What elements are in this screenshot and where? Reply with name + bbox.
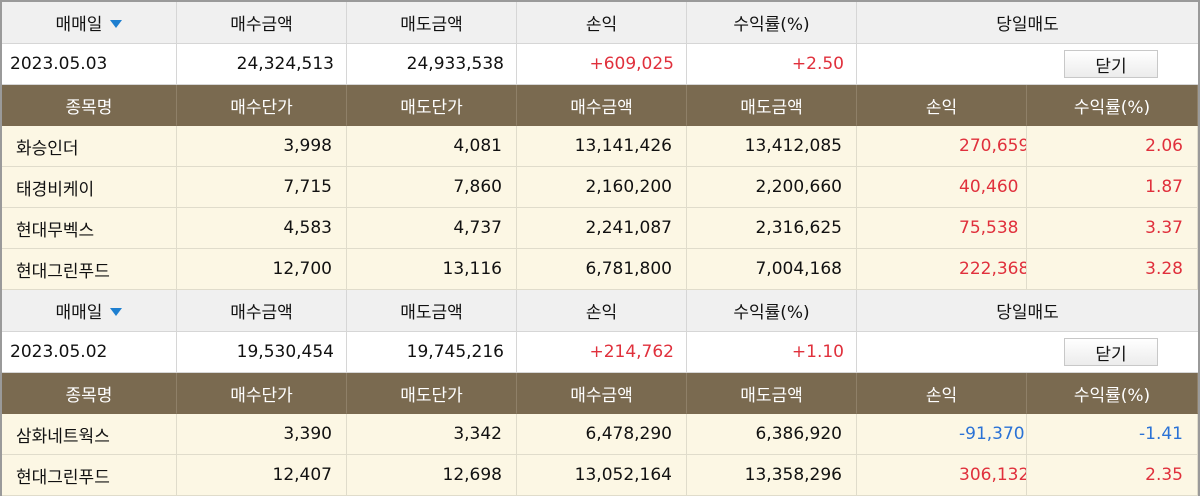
item-sell-price: 3,342	[347, 414, 517, 455]
close-button[interactable]: 닫기	[1064, 50, 1158, 78]
item-return-rate: 3.37	[1027, 208, 1198, 249]
trade-history-table: 매매일 매수금액 매도금액 손익 수익률(%) 당일매도 2023.05.03 …	[0, 0, 1200, 496]
summary-header-row: 매매일 매수금액 매도금액 손익 수익률(%) 당일매도	[2, 290, 1198, 332]
item-name: 현대그린푸드	[2, 249, 177, 290]
item-return-rate: 3.28	[1027, 249, 1198, 290]
table-row[interactable]: 현대무벡스 4,583 4,737 2,241,087 2,316,625 75…	[2, 208, 1198, 249]
item-sell-amount-header: 매도금액	[687, 373, 857, 414]
item-buy-amount-header: 매수금액	[517, 85, 687, 126]
sell-amount-header: 매도금액	[347, 290, 517, 332]
buy-price-header: 매수단가	[177, 85, 347, 126]
close-button[interactable]: 닫기	[1064, 338, 1158, 366]
same-day-sell-header: 당일매도	[857, 2, 1198, 44]
item-buy-price: 7,715	[177, 167, 347, 208]
summary-sell-amount: 19,745,216	[347, 332, 517, 373]
item-profit: -91,370	[857, 414, 1027, 455]
item-sell-amount: 2,200,660	[687, 167, 857, 208]
item-profit: 75,538	[857, 208, 1027, 249]
summary-profit: +609,025	[517, 44, 687, 85]
item-name-header: 종목명	[2, 373, 177, 414]
item-profit: 270,659	[857, 126, 1027, 167]
trade-date-label: 매매일	[55, 15, 103, 35]
item-sell-amount: 13,412,085	[687, 126, 857, 167]
trade-date-sort-header[interactable]: 매매일	[2, 2, 177, 44]
item-buy-amount: 13,141,426	[517, 126, 687, 167]
item-sell-amount: 13,358,296	[687, 455, 857, 496]
item-return-rate: 2.06	[1027, 126, 1198, 167]
profit-header: 손익	[517, 2, 687, 44]
item-name: 삼화네트웍스	[2, 414, 177, 455]
item-profit: 40,460	[857, 167, 1027, 208]
close-cell: 닫기	[857, 44, 1198, 85]
summary-header-row: 매매일 매수금액 매도금액 손익 수익률(%) 당일매도	[2, 2, 1198, 44]
item-name: 현대무벡스	[2, 208, 177, 249]
item-name-header: 종목명	[2, 85, 177, 126]
trade-date-label: 매매일	[55, 303, 103, 323]
table-row[interactable]: 현대그린푸드 12,700 13,116 6,781,800 7,004,168…	[2, 249, 1198, 290]
summary-profit: +214,762	[517, 332, 687, 373]
item-buy-price: 3,390	[177, 414, 347, 455]
sell-price-header: 매도단가	[347, 373, 517, 414]
summary-buy-amount: 24,324,513	[177, 44, 347, 85]
summary-buy-amount: 19,530,454	[177, 332, 347, 373]
item-header-row: 종목명 매수단가 매도단가 매수금액 매도금액 손익 수익률(%)	[2, 373, 1198, 414]
item-return-rate: -1.41	[1027, 414, 1198, 455]
summary-date: 2023.05.03	[2, 44, 177, 85]
summary-row[interactable]: 2023.05.03 24,324,513 24,933,538 +609,02…	[2, 44, 1198, 85]
table-row[interactable]: 태경비케이 7,715 7,860 2,160,200 2,200,660 40…	[2, 167, 1198, 208]
summary-row[interactable]: 2023.05.02 19,530,454 19,745,216 +214,76…	[2, 332, 1198, 373]
close-cell: 닫기	[857, 332, 1198, 373]
item-return-rate-header: 수익률(%)	[1027, 373, 1198, 414]
item-name: 현대그린푸드	[2, 455, 177, 496]
item-sell-price: 4,081	[347, 126, 517, 167]
item-profit-header: 손익	[857, 85, 1027, 126]
item-sell-amount: 2,316,625	[687, 208, 857, 249]
table-row[interactable]: 삼화네트웍스 3,390 3,342 6,478,290 6,386,920 -…	[2, 414, 1198, 455]
item-return-rate: 1.87	[1027, 167, 1198, 208]
buy-amount-header: 매수금액	[177, 2, 347, 44]
item-sell-amount-header: 매도금액	[687, 85, 857, 126]
item-sell-price: 13,116	[347, 249, 517, 290]
item-sell-price: 7,860	[347, 167, 517, 208]
summary-return-rate: +1.10	[687, 332, 857, 373]
item-buy-price: 3,998	[177, 126, 347, 167]
item-buy-amount: 2,241,087	[517, 208, 687, 249]
profit-header: 손익	[517, 290, 687, 332]
sort-down-icon	[110, 307, 123, 316]
buy-amount-header: 매수금액	[177, 290, 347, 332]
item-buy-amount: 13,052,164	[517, 455, 687, 496]
table-row[interactable]: 현대그린푸드 12,407 12,698 13,052,164 13,358,2…	[2, 455, 1198, 496]
item-buy-price: 4,583	[177, 208, 347, 249]
summary-return-rate: +2.50	[687, 44, 857, 85]
buy-price-header: 매수단가	[177, 373, 347, 414]
item-header-row: 종목명 매수단가 매도단가 매수금액 매도금액 손익 수익률(%)	[2, 85, 1198, 126]
item-profit: 306,132	[857, 455, 1027, 496]
item-buy-price: 12,700	[177, 249, 347, 290]
item-buy-amount: 6,478,290	[517, 414, 687, 455]
item-sell-amount: 7,004,168	[687, 249, 857, 290]
item-profit-header: 손익	[857, 373, 1027, 414]
item-sell-amount: 6,386,920	[687, 414, 857, 455]
trade-date-sort-header[interactable]: 매매일	[2, 290, 177, 332]
sell-price-header: 매도단가	[347, 85, 517, 126]
item-buy-price: 12,407	[177, 455, 347, 496]
item-name: 화승인더	[2, 126, 177, 167]
item-profit: 222,368	[857, 249, 1027, 290]
item-return-rate: 2.35	[1027, 455, 1198, 496]
summary-sell-amount: 24,933,538	[347, 44, 517, 85]
item-name: 태경비케이	[2, 167, 177, 208]
item-buy-amount-header: 매수금액	[517, 373, 687, 414]
item-sell-price: 12,698	[347, 455, 517, 496]
sort-down-icon	[110, 19, 123, 28]
item-return-rate-header: 수익률(%)	[1027, 85, 1198, 126]
return-rate-header: 수익률(%)	[687, 2, 857, 44]
item-buy-amount: 6,781,800	[517, 249, 687, 290]
summary-date: 2023.05.02	[2, 332, 177, 373]
return-rate-header: 수익률(%)	[687, 290, 857, 332]
item-buy-amount: 2,160,200	[517, 167, 687, 208]
same-day-sell-header: 당일매도	[857, 290, 1198, 332]
item-sell-price: 4,737	[347, 208, 517, 249]
table-row[interactable]: 화승인더 3,998 4,081 13,141,426 13,412,085 2…	[2, 126, 1198, 167]
sell-amount-header: 매도금액	[347, 2, 517, 44]
